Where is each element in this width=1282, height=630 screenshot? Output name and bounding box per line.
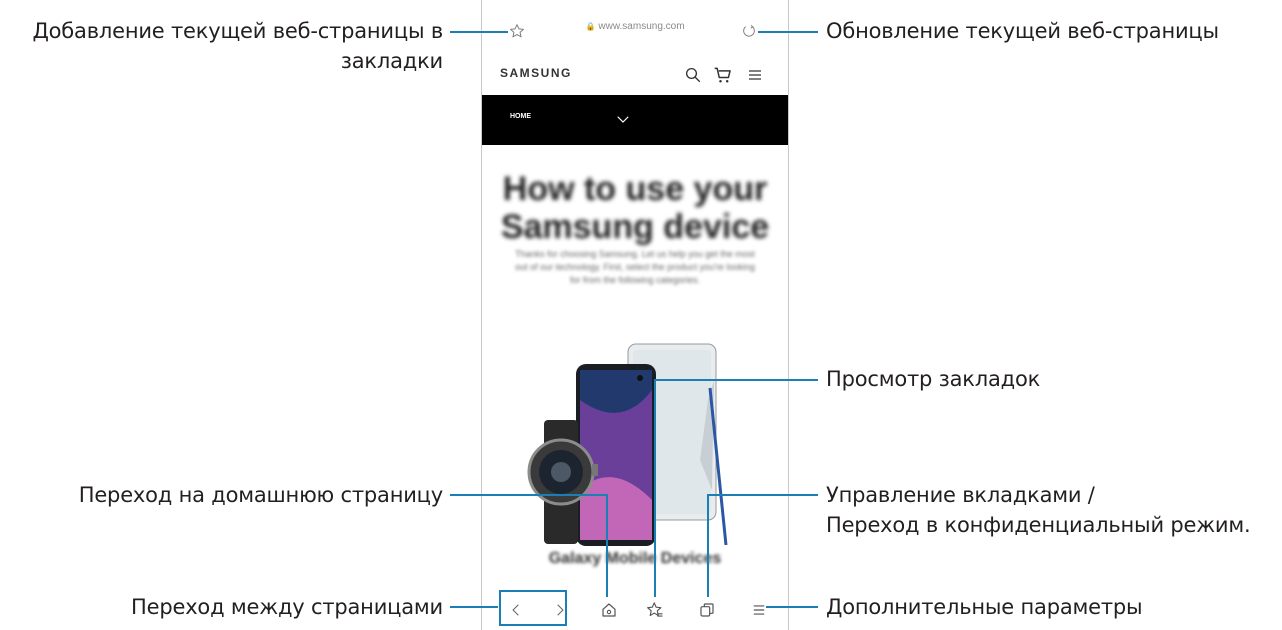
- search-icon[interactable]: [682, 64, 704, 86]
- callout-line-refresh: [758, 31, 818, 33]
- site-logo[interactable]: SAMSUNG: [500, 66, 572, 80]
- site-header: SAMSUNG: [482, 60, 788, 90]
- callout-line-tabs-v: [707, 494, 709, 597]
- callout-line-view-bookmarks: [654, 379, 818, 381]
- back-icon[interactable]: [499, 590, 533, 630]
- browser-screen: 🔒 www.samsung.com SAMSUNG HOME How to use…: [481, 0, 789, 630]
- callout-home: Переход на домашнюю страницу: [78, 483, 443, 507]
- callout-line-navigate: [450, 606, 498, 608]
- callout-line-view-bookmarks-v: [654, 379, 656, 597]
- callout-line-tabs: [707, 494, 818, 496]
- section-title: Galaxy Mobile Devices: [548, 550, 722, 567]
- callout-refresh: Обновление текущей веб-страницы: [826, 19, 1219, 43]
- menu-icon[interactable]: [744, 64, 766, 86]
- more-icon[interactable]: [744, 590, 774, 630]
- callout-add-bookmark: Добавление текущей веб-страницы в заклад…: [32, 19, 443, 73]
- callout-tabs: Управление вкладками / Переход в конфиде…: [826, 483, 1251, 537]
- site-nav-bar[interactable]: HOME: [482, 95, 788, 145]
- forward-icon[interactable]: [543, 590, 577, 630]
- callout-line-more: [766, 606, 818, 608]
- url-bar: 🔒 www.samsung.com: [482, 18, 788, 44]
- callout-more: Дополнительные параметры: [826, 595, 1143, 619]
- callout-line-home-v: [606, 494, 608, 597]
- site-nav-home[interactable]: HOME: [510, 113, 531, 120]
- cart-icon[interactable]: [712, 64, 734, 86]
- chevron-down-icon[interactable]: [614, 110, 632, 133]
- callout-navigate: Переход между страницами: [131, 595, 443, 619]
- callout-line-add-bookmark: [450, 31, 508, 33]
- callout-line-home: [450, 494, 608, 496]
- hero-title: How to use your Samsung device: [500, 170, 770, 246]
- home-icon[interactable]: [594, 590, 624, 630]
- browser-toolbar: [482, 590, 788, 630]
- callout-view-bookmarks: Просмотр закладок: [826, 367, 1041, 391]
- lock-icon: 🔒: [585, 22, 596, 31]
- refresh-icon[interactable]: [740, 22, 758, 40]
- url-text: www.samsung.com: [598, 21, 685, 32]
- product-image[interactable]: [522, 340, 762, 550]
- hero-text: Thanks for choosing Samsung. Let us help…: [515, 249, 755, 285]
